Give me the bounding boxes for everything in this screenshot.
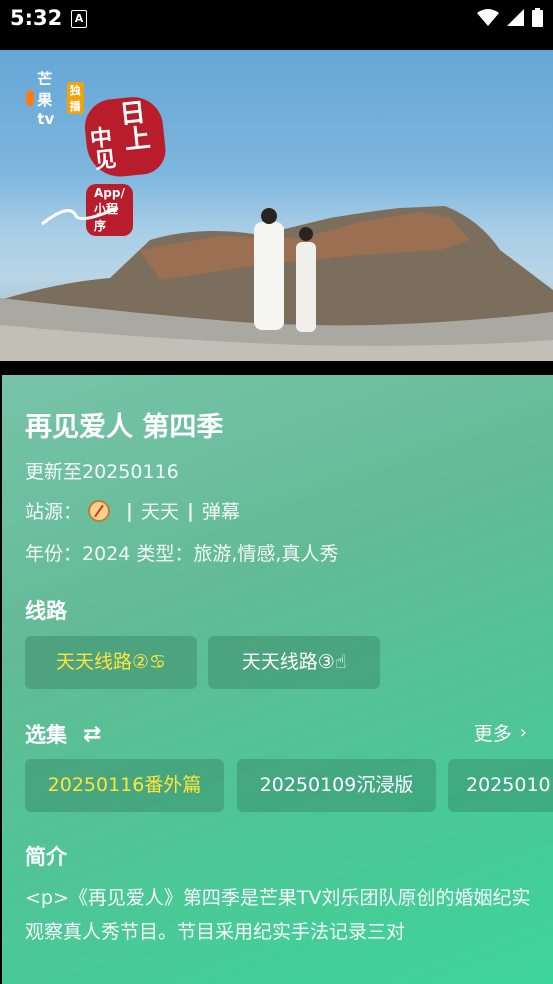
sort-swap-icon[interactable]: ⇄ [83, 722, 101, 747]
intro-text: <p>《再见爱人》第四季是芒果TV刘乐团队原创的婚姻纪实观察真人秀节目。节目采用… [25, 887, 531, 943]
episode-chip[interactable]: 20250116番外篇 [25, 759, 224, 812]
danmaku-toggle[interactable]: 弹幕 [202, 497, 240, 524]
battery-icon [532, 8, 543, 27]
video-player[interactable]: 芒果tv 独播 日 中 上 见 App/小程序 [0, 50, 553, 375]
show-logo: 日 中 上 见 [82, 94, 168, 180]
platform-name: 芒果tv [37, 70, 55, 128]
more-label: 更多 [473, 723, 512, 745]
route-chip[interactable]: 天天线路②♋ [25, 636, 197, 689]
detail-panel: 再见爱人 第四季 更新至20250116 站源： | 天天 | 弹幕 年份：20… [2, 375, 553, 984]
more-episodes-link[interactable]: 更多 › [474, 719, 527, 746]
source-label: 站源： [25, 501, 83, 523]
notification-icon: A [71, 10, 87, 28]
swoosh-graphic [41, 206, 119, 226]
intro-label: 简介 [25, 845, 67, 869]
mango-tv-logo: 芒果tv 独播 [26, 68, 84, 128]
route-label: 线路 [25, 599, 67, 623]
status-icons [477, 8, 543, 27]
show-title: 再见爱人 第四季 [25, 412, 224, 443]
source-name[interactable]: 天天 [141, 497, 179, 524]
route-chip[interactable]: 天天线路③☝ [208, 636, 380, 689]
episode-chip[interactable]: 2025010 [448, 759, 553, 812]
chevron-right-icon: › [519, 722, 527, 743]
mango-icon [26, 90, 35, 106]
show-logo-char: 上 [122, 123, 152, 157]
year-genre-info: 年份：2024 类型：旅游,情感,真人秀 [25, 543, 339, 565]
compass-icon [88, 499, 111, 522]
status-time: 5:32 [10, 6, 63, 30]
separator: | [186, 499, 194, 522]
platform-tag: 独播 [66, 82, 84, 114]
wifi-icon [477, 8, 499, 26]
separator: | [126, 499, 133, 522]
update-info: 更新至20250116 [25, 461, 179, 483]
signal-icon [507, 9, 524, 26]
episode-header: 选集 ⇄ [25, 719, 101, 749]
show-logo-char: 日 [118, 97, 148, 131]
episode-label: 选集 [25, 723, 67, 747]
status-bar: 5:32 A [0, 0, 553, 50]
video-bottom-bar [0, 361, 553, 375]
show-logo-char: 见 [93, 147, 118, 175]
source-info: 站源： | 天天 | 弹幕 [25, 497, 240, 524]
episode-chip[interactable]: 20250109沉浸版 [237, 759, 436, 812]
